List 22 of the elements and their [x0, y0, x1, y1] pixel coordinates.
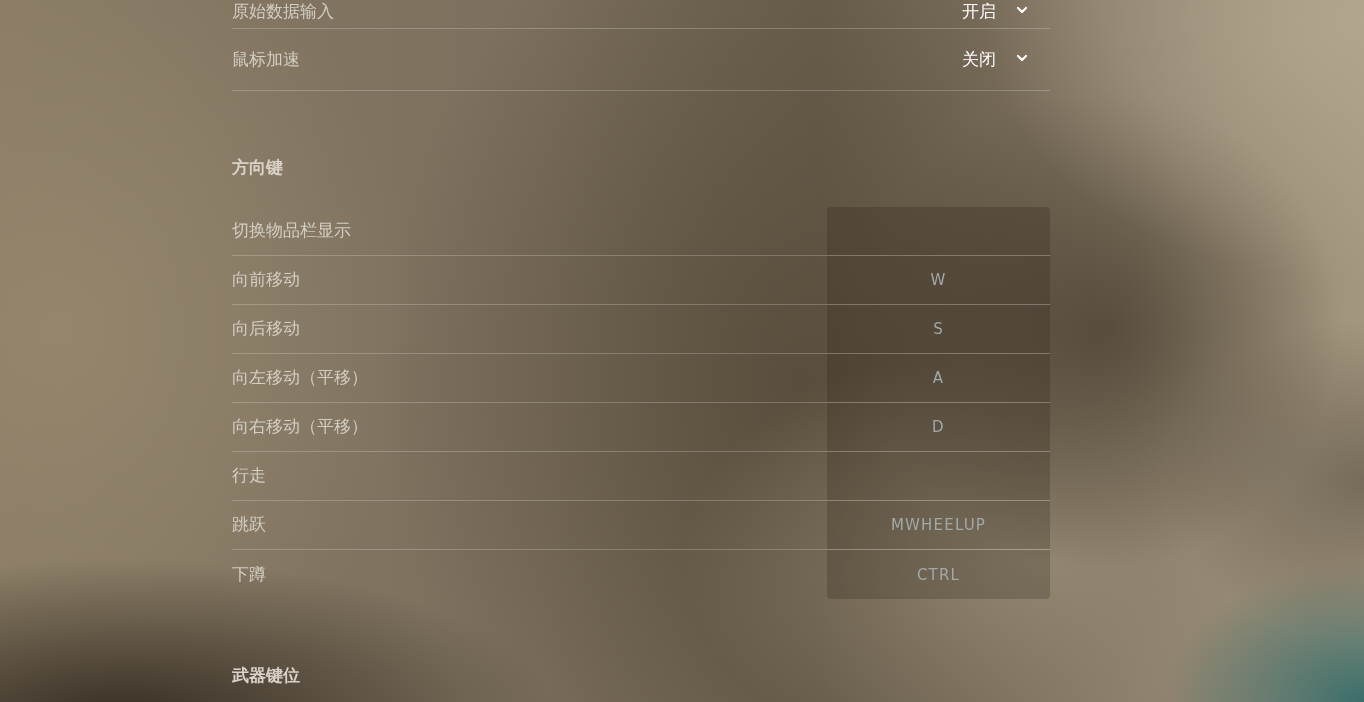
key-binding-button[interactable]: A	[827, 354, 1050, 402]
key-binding-button[interactable]	[827, 452, 1050, 500]
key-binding-button[interactable]: CTRL	[827, 550, 1050, 599]
key-binding-button[interactable]: W	[827, 256, 1050, 304]
key-binding-button[interactable]: S	[827, 305, 1050, 353]
action-label: 向后移动	[232, 318, 300, 340]
dropdown-button[interactable]: 开启	[962, 0, 1030, 24]
action-label: 向右移动（平移）	[232, 416, 368, 438]
action-label: 向左移动（平移）	[232, 367, 368, 389]
action-label: 切换物品栏显示	[232, 220, 351, 242]
section-heading: 方向键	[232, 157, 284, 179]
action-label: 下蹲	[232, 563, 266, 586]
section-heading: 武器键位	[232, 665, 301, 687]
key-binding-button[interactable]	[827, 207, 1050, 255]
key-binding-button[interactable]: D	[827, 403, 1050, 451]
key-binding-button[interactable]: MWHEELUP	[827, 501, 1050, 549]
setting-label: 原始数据输入	[232, 1, 334, 23]
action-label: 跳跃	[232, 514, 266, 536]
action-label: 向前移动	[232, 269, 300, 291]
dropdown-button[interactable]: 关闭	[962, 47, 1030, 72]
action-label: 行走	[232, 465, 266, 487]
setting-label: 鼠标加速	[232, 48, 300, 71]
